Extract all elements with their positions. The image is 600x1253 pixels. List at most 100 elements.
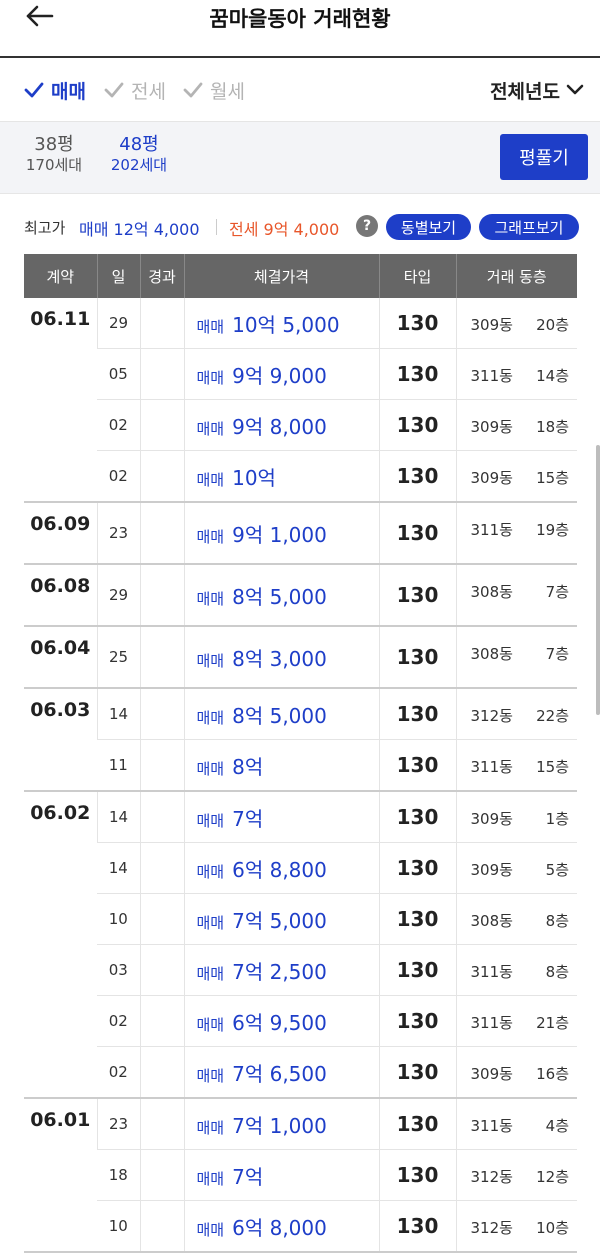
- elapsed-cell: [139, 348, 184, 400]
- elapsed-cell: [139, 298, 184, 349]
- trade-kind: 매매: [196, 759, 225, 778]
- table-row[interactable]: 10 매매 7억 5,000 130 308동 8층: [24, 893, 577, 945]
- elapsed-cell: [139, 842, 184, 894]
- unit-type: 130: [378, 944, 456, 996]
- unit-type: 130: [378, 1149, 456, 1201]
- contract-date: 06.08: [24, 564, 97, 627]
- pyeong-expand-button[interactable]: 평풀기: [500, 134, 588, 180]
- check-icon: [183, 82, 203, 98]
- contract-day: 03: [97, 944, 140, 996]
- trade-price: 6억 9,500: [232, 1010, 327, 1035]
- table-row[interactable]: 11 매매 8억 130 311동 15층: [24, 739, 577, 792]
- price-cell: 매매 7억: [183, 791, 379, 843]
- table-row[interactable]: 06.02 14 매매 7억 130 309동 1층: [24, 791, 577, 1099]
- trade-kind: 매매: [196, 708, 225, 727]
- price-cell: 매매 8억 5,000: [183, 564, 379, 627]
- trade-kind: 매매: [196, 651, 225, 670]
- filter-sale[interactable]: 매매: [24, 76, 86, 104]
- table-row[interactable]: 02 매매 10억 130 309동 15층: [24, 450, 577, 503]
- unit-type: 130: [378, 502, 456, 565]
- table-row[interactable]: 05 매매 9억 9,000 130 311동 14층: [24, 348, 577, 400]
- contract-day: 23: [96, 502, 140, 565]
- dong-number: 309동: [470, 1065, 513, 1083]
- dong-number: 309동: [470, 810, 513, 828]
- app-header: 꿈마을동아 거래현황: [0, 0, 600, 58]
- col-header-dong-floor: 거래 동층: [455, 254, 577, 298]
- graph-button[interactable]: 그래프보기: [479, 214, 579, 240]
- table-row[interactable]: 06.01 23 매매 7억 1,000 130 311동 4층: [24, 1098, 577, 1253]
- contract-day: 25: [96, 626, 140, 689]
- dong-number: 309동: [470, 316, 513, 334]
- unit-type: 130: [378, 1046, 456, 1099]
- dong-floor-cell: 311동 14층: [455, 348, 577, 400]
- floor-number: 19층: [536, 521, 569, 539]
- help-icon[interactable]: ?: [356, 215, 378, 237]
- table-row[interactable]: 03 매매 7억 2,500 130 311동 8층: [24, 944, 577, 996]
- dong-number: 311동: [470, 521, 513, 539]
- table-row[interactable]: 06.11 29 매매 10억 5,000 130 309동 20층: [24, 298, 577, 503]
- dong-number: 312동: [470, 1219, 513, 1237]
- filter-monthly[interactable]: 월세: [183, 76, 245, 104]
- contract-day: 02: [97, 995, 140, 1047]
- floor-number: 7층: [545, 583, 569, 601]
- year-select-label: 전체년도: [490, 80, 560, 103]
- scrollbar[interactable]: [596, 445, 600, 715]
- check-icon: [104, 82, 124, 98]
- table-row[interactable]: 02 매매 9억 8,000 130 309동 18층: [24, 399, 577, 451]
- elapsed-cell: [139, 626, 184, 689]
- trade-price: 7억 5,000: [232, 908, 327, 933]
- dong-floor-cell: 309동 16층: [455, 1046, 577, 1099]
- unit-type: 130: [378, 450, 456, 503]
- dong-floor-cell: 308동 7층: [455, 626, 577, 689]
- table-row[interactable]: 06.04 25 매매 8억 3,000 130 308동 7층: [24, 626, 577, 689]
- contract-day: 02: [97, 1046, 140, 1099]
- dong-floor-cell: 311동 15층: [455, 739, 577, 792]
- price-cell: 매매 8억: [183, 739, 379, 792]
- floor-number: 12층: [536, 1168, 569, 1186]
- contract-day: 02: [97, 399, 140, 451]
- floor-number: 21층: [536, 1014, 569, 1032]
- dong-number: 311동: [470, 758, 513, 776]
- table-row[interactable]: 06.03 14 매매 8억 5,000 130 312동 22층: [24, 688, 577, 792]
- contract-day: 05: [97, 348, 140, 400]
- table-row[interactable]: 02 매매 6억 9,500 130 311동 21층: [24, 995, 577, 1047]
- contract-day: 02: [97, 450, 140, 503]
- table-row[interactable]: 06.08 29 매매 8억 5,000 130 308동 7층: [24, 564, 577, 627]
- dong-number: 311동: [470, 1014, 513, 1032]
- elapsed-cell: [139, 399, 184, 451]
- elapsed-cell: [139, 688, 184, 740]
- table-row[interactable]: 06.09 23 매매 9억 1,000 130 311동 19층: [24, 502, 577, 565]
- size-tab-38[interactable]: 38평 170세대: [22, 134, 86, 175]
- dong-floor-cell: 308동 8층: [455, 893, 577, 945]
- year-select[interactable]: 전체년도: [490, 76, 584, 104]
- price-cell: 매매 7억 5,000: [183, 893, 379, 945]
- table-row[interactable]: 02 매매 7억 6,500 130 309동 16층: [24, 1046, 577, 1099]
- by-dong-button[interactable]: 동별보기: [386, 214, 471, 240]
- unit-type: 130: [378, 791, 456, 843]
- unit-type: 130: [378, 995, 456, 1047]
- table-row[interactable]: 10 매매 6억 8,000 130 312동 10층: [24, 1200, 577, 1253]
- floor-number: 7층: [545, 645, 569, 663]
- contract-day: 14: [96, 688, 140, 740]
- floor-number: 10층: [536, 1219, 569, 1237]
- table-row[interactable]: 18 매매 7억 130 312동 12층: [24, 1149, 577, 1201]
- elapsed-cell: [139, 1046, 184, 1099]
- contract-day: 10: [97, 893, 140, 945]
- contract-day: 11: [97, 739, 140, 792]
- trade-price: 7억 2,500: [232, 959, 327, 984]
- dong-number: 312동: [470, 1168, 513, 1186]
- contract-day: 14: [96, 791, 140, 843]
- price-cell: 매매 7억 6,500: [183, 1046, 379, 1099]
- size-tab-48[interactable]: 48평 202세대: [106, 134, 172, 175]
- floor-number: 8층: [545, 912, 569, 930]
- dong-floor-cell: 309동 15층: [455, 450, 577, 503]
- dong-floor-cell: 308동 7층: [455, 564, 577, 627]
- elapsed-cell: [139, 450, 184, 503]
- trade-kind: 매매: [196, 589, 225, 608]
- dong-floor-cell: 312동 10층: [455, 1200, 577, 1253]
- table-row[interactable]: 14 매매 6억 8,800 130 309동 5층: [24, 842, 577, 894]
- trade-kind: 매매: [196, 470, 225, 489]
- filter-jeonse[interactable]: 전세: [104, 76, 166, 104]
- dong-number: 311동: [470, 367, 513, 385]
- contract-date: 06.01: [24, 1098, 97, 1253]
